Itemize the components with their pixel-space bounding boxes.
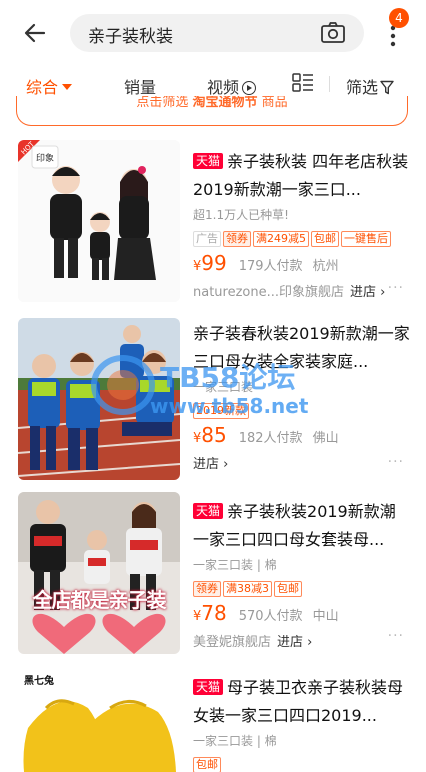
free-shipping-tag: 包邮 bbox=[274, 581, 302, 597]
product-tags: 广告 领券 满249减5 包邮 一键售后 bbox=[193, 227, 411, 247]
filter-icon bbox=[380, 80, 394, 95]
free-shipping-tag: 包邮 bbox=[311, 231, 339, 247]
enter-shop-link[interactable]: 进店 › bbox=[277, 635, 312, 650]
product-info: 天猫 亲子装秋装 四年老店秋装2019新款潮一家三口... 超1.1万人已种草! … bbox=[193, 148, 411, 300]
shop-name[interactable]: naturezone...印象旗舰店 bbox=[193, 285, 344, 300]
product-title-text: 母子装卫衣亲子装秋装母女装一家三口四口2019... bbox=[193, 678, 404, 725]
more-options-icon[interactable]: ··· bbox=[388, 454, 404, 470]
promo-strip[interactable]: 点击筛选 淘宝通物节 商品 bbox=[16, 96, 408, 126]
ship-location: 佛山 bbox=[312, 431, 339, 446]
tmall-badge: 天猫 bbox=[193, 503, 224, 519]
sales-count: 570人付款 bbox=[238, 609, 303, 624]
brand-mark: 黑七兔 bbox=[24, 674, 54, 687]
product-card[interactable]: 亲子装春秋装2019新款潮一家三口母女装全家装家庭... 一家三口装 2019新… bbox=[0, 318, 426, 488]
tmall-badge: 天猫 bbox=[193, 153, 224, 169]
price-row: ¥99 179人付款 杭州 bbox=[193, 251, 411, 277]
shop-row: 美登妮旗舰店 进店 › bbox=[193, 631, 411, 650]
discount-tag: 满38减3 bbox=[223, 581, 272, 597]
tmall-badge: 天猫 bbox=[193, 679, 224, 695]
promo-text-a: 点击筛选 bbox=[136, 96, 189, 110]
more-options-icon[interactable]: ··· bbox=[388, 280, 404, 296]
search-input[interactable]: 亲子装秋装 bbox=[70, 14, 364, 52]
layout-toggle-icon[interactable] bbox=[292, 73, 314, 93]
product-image-art: 黑七兔 bbox=[18, 668, 180, 772]
promo-text-b: 淘宝通物节 bbox=[192, 96, 258, 110]
back-arrow-icon[interactable] bbox=[20, 18, 50, 48]
product-tags: 领券 满38减3 包邮 bbox=[193, 577, 411, 597]
product-image[interactable]: 全店都是亲子装 bbox=[18, 492, 180, 654]
shop-row: 进店 › bbox=[193, 453, 411, 472]
filter-button[interactable]: 筛选 bbox=[346, 74, 394, 98]
dropdown-arrow-icon bbox=[62, 84, 73, 90]
more-options-icon[interactable]: ··· bbox=[388, 628, 404, 644]
camera-icon[interactable] bbox=[320, 21, 346, 45]
product-info: 天猫 亲子装秋装2019新款潮一家三口四口母女套装母... 一家三口装 | 棉 领… bbox=[193, 498, 411, 650]
ship-location: 中山 bbox=[312, 609, 339, 624]
product-card[interactable]: 全店都是亲子装 天猫 亲子装秋装2019新款潮一家三口四口母女套装母... 一家三… bbox=[0, 492, 426, 658]
product-subtitle: 超1.1万人已种草! bbox=[193, 208, 289, 222]
product-image-art: HOT 印象 bbox=[18, 140, 180, 302]
product-price: 78 bbox=[201, 601, 227, 625]
product-image[interactable]: HOT 印象 bbox=[18, 140, 180, 302]
sort-divider bbox=[329, 76, 330, 92]
product-title[interactable]: 天猫 母子装卫衣亲子装秋装母女装一家三口四口2019... bbox=[193, 674, 411, 730]
product-card[interactable]: 黑七兔 天猫 母子装卫衣亲子装秋装母女装一家三口四口2019... 一家三口装 |… bbox=[0, 668, 426, 772]
image-caption: 全店都是亲子装 bbox=[32, 588, 167, 612]
enter-shop-link[interactable]: 进店 › bbox=[193, 457, 228, 472]
product-price: 99 bbox=[201, 251, 227, 275]
enter-shop-link[interactable]: 进店 › bbox=[350, 285, 385, 300]
promo-strip-text: 点击筛选 淘宝通物节 商品 bbox=[17, 96, 407, 110]
shop-name[interactable]: 美登妮旗舰店 bbox=[193, 635, 271, 650]
brand-mark: 印象 bbox=[36, 152, 54, 164]
promo-text-c: 商品 bbox=[261, 96, 288, 110]
product-title-text: 亲子装秋装2019新款潮一家三口四口母女套装母... bbox=[193, 502, 396, 549]
sort-sales-label: 销量 bbox=[124, 78, 157, 97]
filter-label: 筛选 bbox=[346, 78, 379, 97]
top-bar: 亲子装秋装 4 bbox=[0, 0, 426, 62]
product-title-text: 亲子装春秋装2019新款潮一家三口母女装全家装家庭... bbox=[193, 324, 410, 371]
price-row: ¥85 182人付款 佛山 bbox=[193, 423, 411, 449]
sort-comprehensive[interactable]: 综合 bbox=[26, 74, 73, 98]
sort-video[interactable]: 视频 bbox=[207, 74, 257, 98]
product-title[interactable]: 亲子装春秋装2019新款潮一家三口母女装全家装家庭... bbox=[193, 320, 411, 376]
product-subtitle: 一家三口装 | 棉 bbox=[193, 558, 277, 572]
product-subtitle: 一家三口装 | 棉 bbox=[193, 734, 277, 748]
new-season-tag: 2019新款 bbox=[193, 403, 249, 419]
product-card[interactable]: HOT 印象 天猫 亲子装秋装 四年老店秋装2019新款潮一家三口... 超1.1… bbox=[0, 140, 426, 312]
ship-location: 杭州 bbox=[312, 259, 339, 274]
free-shipping-tag: 包邮 bbox=[193, 757, 221, 772]
product-image[interactable] bbox=[18, 318, 180, 480]
sales-count: 179人付款 bbox=[238, 259, 303, 274]
sales-count: 182人付款 bbox=[238, 431, 303, 446]
shop-row: naturezone...印象旗舰店 进店 › bbox=[193, 281, 411, 300]
product-tags: 2019新款 bbox=[193, 399, 411, 419]
coupon-tag[interactable]: 领券 bbox=[223, 231, 251, 247]
notification-badge: 4 bbox=[389, 8, 409, 28]
product-title-text: 亲子装秋装 四年老店秋装2019新款潮一家三口... bbox=[193, 152, 409, 199]
after-sale-tag: 一键售后 bbox=[341, 231, 391, 247]
product-image-art bbox=[18, 492, 180, 654]
price-row: ¥78 570人付款 中山 bbox=[193, 601, 411, 627]
ad-tag: 广告 bbox=[193, 231, 221, 247]
product-info: 天猫 母子装卫衣亲子装秋装母女装一家三口四口2019... 一家三口装 | 棉 包… bbox=[193, 674, 411, 772]
product-info: 亲子装春秋装2019新款潮一家三口母女装全家装家庭... 一家三口装 2019新… bbox=[193, 320, 411, 472]
product-image[interactable]: 黑七兔 bbox=[18, 668, 180, 772]
product-title[interactable]: 天猫 亲子装秋装2019新款潮一家三口四口母女套装母... bbox=[193, 498, 411, 554]
product-subtitle: 一家三口装 bbox=[193, 380, 254, 394]
sort-sales[interactable]: 销量 bbox=[124, 74, 156, 98]
coupon-tag[interactable]: 领券 bbox=[193, 581, 221, 597]
product-tags: 包邮 bbox=[193, 753, 411, 772]
product-price: 85 bbox=[201, 423, 227, 447]
sort-video-label: 视频 bbox=[207, 78, 240, 97]
product-title[interactable]: 天猫 亲子装秋装 四年老店秋装2019新款潮一家三口... bbox=[193, 148, 411, 204]
product-image-art bbox=[18, 318, 180, 480]
play-icon bbox=[242, 81, 257, 95]
search-query[interactable]: 亲子装秋装 bbox=[88, 22, 173, 47]
discount-tag: 满249减5 bbox=[253, 231, 309, 247]
sort-comprehensive-label: 综合 bbox=[26, 78, 59, 97]
